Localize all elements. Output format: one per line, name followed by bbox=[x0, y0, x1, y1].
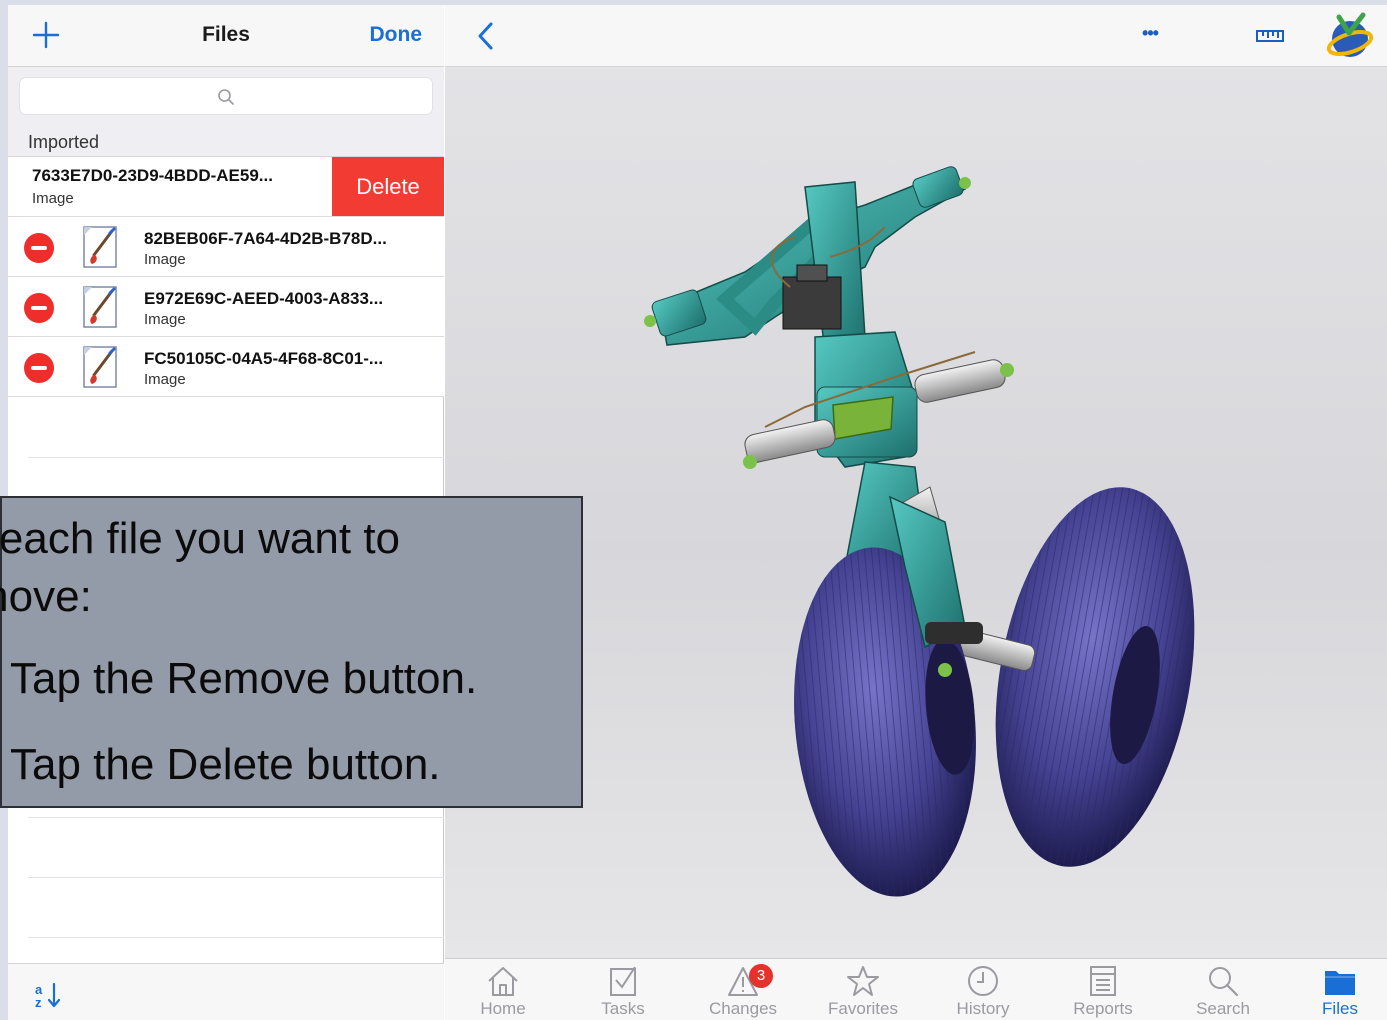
image-file-icon bbox=[83, 346, 117, 388]
image-file-icon bbox=[83, 226, 117, 268]
image-file-icon bbox=[83, 286, 117, 328]
plus-icon[interactable] bbox=[30, 19, 62, 51]
tab-reports[interactable]: Reports bbox=[1053, 959, 1153, 1020]
tab-favorites[interactable]: Favorites bbox=[813, 959, 913, 1020]
tab-history[interactable]: History bbox=[933, 959, 1033, 1020]
more-button[interactable]: ••• bbox=[1135, 23, 1165, 49]
file-type: Image bbox=[144, 251, 186, 268]
remove-button[interactable] bbox=[24, 293, 54, 323]
section-title: Imported bbox=[28, 132, 100, 152]
tab-files[interactable]: Files bbox=[1290, 959, 1387, 1020]
remove-button[interactable] bbox=[24, 353, 54, 383]
app-logo-icon[interactable] bbox=[1325, 11, 1375, 61]
section-header: Imported bbox=[8, 127, 444, 157]
row-separator bbox=[28, 457, 444, 458]
file-row-swiped[interactable]: 7633E7D0-23D9-4BDD-AE59... Image Delete bbox=[8, 157, 444, 217]
callout-line-2: move: bbox=[0, 572, 92, 621]
file-name: 7633E7D0-23D9-4BDD-AE59... bbox=[32, 166, 273, 185]
file-name: FC50105C-04A5-4F68-8C01-... bbox=[144, 349, 384, 368]
viewer-header: ••• bbox=[445, 5, 1387, 67]
folder-icon bbox=[1325, 971, 1355, 995]
home-icon bbox=[488, 967, 518, 996]
tab-label: Favorites bbox=[828, 999, 898, 1018]
model-viewport[interactable] bbox=[445, 67, 1387, 958]
tab-label: Files bbox=[1322, 999, 1358, 1018]
file-row[interactable]: 82BEB06F-7A64-4D2B-B78D... Image bbox=[8, 217, 444, 277]
callout-step-2: Tap the Delete button. bbox=[10, 740, 441, 789]
tab-label: History bbox=[956, 999, 1010, 1018]
file-type: Image bbox=[144, 371, 186, 388]
ruler-icon[interactable] bbox=[1255, 27, 1285, 45]
file-name: E972E69C-AEED-4003-A833... bbox=[144, 289, 384, 308]
remove-button[interactable] bbox=[24, 233, 54, 263]
tasks-icon bbox=[610, 966, 636, 996]
row-separator bbox=[28, 817, 444, 818]
search-icon bbox=[1209, 967, 1239, 997]
done-button[interactable]: Done bbox=[370, 23, 423, 47]
sort-icon[interactable]: a z bbox=[34, 980, 66, 1010]
star-icon bbox=[847, 966, 879, 996]
reports-icon bbox=[1090, 966, 1116, 996]
tab-tasks[interactable]: Tasks bbox=[573, 959, 673, 1020]
delete-button[interactable]: Delete bbox=[332, 157, 444, 216]
clock-icon bbox=[968, 966, 998, 996]
callout-line-1: r each file you want to bbox=[0, 514, 401, 563]
tab-changes[interactable]: 3 Changes bbox=[693, 959, 793, 1020]
callout-step-1: Tap the Remove button. bbox=[10, 654, 478, 703]
file-row[interactable]: E972E69C-AEED-4003-A833... Image bbox=[8, 277, 444, 337]
search-bar bbox=[8, 67, 444, 127]
files-header: Files Done bbox=[8, 5, 444, 67]
tab-label: Reports bbox=[1073, 999, 1133, 1018]
chevron-left-icon[interactable] bbox=[471, 19, 501, 53]
tab-home[interactable]: Home bbox=[453, 959, 553, 1020]
row-separator bbox=[28, 937, 444, 938]
tab-label: Search bbox=[1196, 999, 1250, 1018]
tab-bar: Home Tasks 3 Changes Favorites History R… bbox=[445, 958, 1387, 1020]
search-field[interactable] bbox=[19, 77, 433, 115]
tab-label: Home bbox=[480, 999, 526, 1018]
viewer-panel: ••• Home Tasks 3 Changes Favorites Histo… bbox=[445, 5, 1387, 1020]
changes-badge: 3 bbox=[749, 964, 773, 988]
search-input[interactable] bbox=[20, 78, 432, 114]
instruction-callout: r each file you want to move: Tap the Re… bbox=[0, 496, 583, 808]
callout-intro: r each file you want to move: bbox=[0, 510, 400, 626]
tab-search[interactable]: Search bbox=[1173, 959, 1273, 1020]
file-name: 82BEB06F-7A64-4D2B-B78D... bbox=[144, 229, 387, 248]
tab-label: Tasks bbox=[601, 999, 645, 1018]
svg-text:z: z bbox=[35, 995, 42, 1010]
file-row[interactable]: FC50105C-04A5-4F68-8C01-... Image bbox=[8, 337, 444, 397]
files-footer: a z bbox=[8, 963, 444, 1020]
row-separator bbox=[28, 877, 444, 878]
file-type: Image bbox=[32, 190, 74, 207]
landing-gear-model[interactable] bbox=[445, 67, 1387, 958]
tab-label: Changes bbox=[708, 999, 778, 1018]
file-type: Image bbox=[144, 311, 186, 328]
